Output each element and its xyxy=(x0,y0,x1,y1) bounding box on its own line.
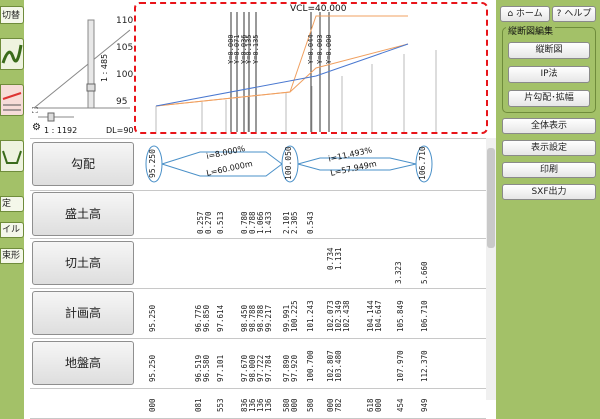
ip-method-button[interactable]: IP法 xyxy=(508,66,590,83)
row-header-plan-height[interactable]: 計画高 xyxy=(32,291,134,335)
plan-value: 100.225 xyxy=(290,300,299,332)
longitudinal-profile-view[interactable]: VCL=40.000 Y=0.000 Y=0.071 Y=0.036 Y=0.1… xyxy=(134,2,488,134)
y-tick-label: 100 xyxy=(116,70,134,80)
profile-data-table: 勾配 盛土高 切土高 計画高 地盤高 95.250 i=8.000% L=60.… xyxy=(30,138,486,419)
help-button[interactable]: ? ヘルプ xyxy=(552,6,596,22)
print-button[interactable]: 印刷 xyxy=(502,162,596,178)
home-icon: ⌂ xyxy=(507,9,514,19)
ground-value: 96.580 xyxy=(202,354,211,382)
ground-value: 103.480 xyxy=(334,350,343,382)
home-label: ホーム xyxy=(515,9,543,19)
plan-line xyxy=(155,43,409,107)
left-tool-strip: 切替 定 イル 束形 xyxy=(0,0,24,419)
help-label: ヘルプ xyxy=(564,9,592,19)
right-command-panel: ⌂ ホーム ? ヘルプ 縦断図編集 縦断図 IP法 片勾配･拡幅 全体表示 表示… xyxy=(496,0,600,419)
horizontal-scale-label: 1 : 1192 xyxy=(44,126,78,135)
gradient-start-value: 95.250 xyxy=(148,149,157,178)
last-row-value: 949 xyxy=(420,398,429,412)
row-header-fill[interactable]: 盛土高 xyxy=(32,192,134,236)
superelevation-widening-button[interactable]: 片勾配･拡幅 xyxy=(508,90,590,107)
cross-section-tool-icon[interactable] xyxy=(0,140,24,172)
switch-button[interactable]: 切替 xyxy=(0,6,24,24)
y-tick-label: 105 xyxy=(116,43,134,53)
plan-value: 106.710 xyxy=(420,300,429,332)
y-tick-label: 110 xyxy=(116,16,134,26)
fit-all-button[interactable]: 全体表示 xyxy=(502,118,596,134)
cut-value: 3.323 xyxy=(394,261,403,284)
plan-value: 104.647 xyxy=(374,300,383,332)
plan-value: 97.614 xyxy=(216,304,225,332)
last-row-value: 580 xyxy=(306,398,315,412)
vertical-scale-slider xyxy=(86,83,96,92)
profile-view-button[interactable]: 縦断図 xyxy=(508,42,590,59)
bundle-shape-button[interactable]: 束形 xyxy=(0,248,24,264)
ground-value: 112.370 xyxy=(420,350,429,382)
plan-grade-line xyxy=(155,43,409,107)
ground-value: 95.250 xyxy=(148,354,157,382)
last-row-value: 081 xyxy=(194,398,203,412)
last-row-value: 000 xyxy=(148,398,157,412)
plan-value: 95.250 xyxy=(148,304,157,332)
settings-button[interactable]: 定 xyxy=(0,196,24,212)
datum-level-label: DL=90 xyxy=(106,126,134,135)
plan-value: 102.438 xyxy=(342,300,351,332)
ground-value: 97.784 xyxy=(264,354,273,382)
cut-value: 1.131 xyxy=(334,247,343,270)
plan-value: 105.849 xyxy=(396,300,405,332)
fill-value: 0.543 xyxy=(306,211,315,234)
help-icon: ? xyxy=(556,9,562,19)
sxf-export-button[interactable]: SXF出力 xyxy=(502,184,596,200)
home-button[interactable]: ⌂ ホーム xyxy=(500,6,550,22)
ground-value: 97.101 xyxy=(216,354,225,382)
plan-value: 96.850 xyxy=(202,304,211,332)
plan-value: 99.217 xyxy=(264,304,273,332)
plan-value: 101.243 xyxy=(306,300,315,332)
last-row-value: 000 xyxy=(374,398,383,412)
display-settings-button[interactable]: 表示設定 xyxy=(502,140,596,156)
fill-value: 2.305 xyxy=(290,211,299,234)
profile-edit-group-title: 縦断図編集 xyxy=(506,24,556,37)
fill-value: 0.270 xyxy=(204,211,213,234)
ground-value: 107.970 xyxy=(396,350,405,382)
row-header-cut[interactable]: 切土高 xyxy=(32,241,134,285)
y-marker-label: Y=0.003 xyxy=(316,34,324,64)
last-row-value: 000 xyxy=(290,398,299,412)
y-tick-label: 95 xyxy=(116,97,128,107)
fit-icon[interactable]: ⛶ xyxy=(32,106,38,116)
last-row-value: 553 xyxy=(216,398,225,412)
gear-icon[interactable]: ⚙ xyxy=(32,122,41,133)
vertical-scale-label: 1 : 485 xyxy=(100,53,109,82)
curve-tool-icon[interactable] xyxy=(0,38,24,70)
profile-tool-icon[interactable] xyxy=(0,84,24,116)
table-scrollbar[interactable] xyxy=(486,138,496,400)
last-row-value: 136 xyxy=(264,398,273,412)
y-marker-label: Y=0.044 xyxy=(307,34,315,64)
y-marker-label: Y=0.000 xyxy=(325,34,333,64)
last-row-value: 454 xyxy=(396,398,405,412)
scrollbar-thumb[interactable] xyxy=(487,148,495,248)
fill-value: 0.513 xyxy=(216,211,225,234)
gradient-end-value: 106.710 xyxy=(418,146,427,180)
gradient-mid-value: 100.050 xyxy=(284,146,293,180)
fill-value: 1.433 xyxy=(264,211,273,234)
file-button[interactable]: イル xyxy=(0,222,24,238)
cut-value: 5.660 xyxy=(420,261,429,284)
row-header-ground-height[interactable]: 地盤高 xyxy=(32,341,134,385)
ground-value: 97.920 xyxy=(290,354,299,382)
ground-value: 100.700 xyxy=(306,350,315,382)
last-row-value: 782 xyxy=(334,398,343,412)
y-marker-label: Y=0.135 xyxy=(252,34,260,64)
